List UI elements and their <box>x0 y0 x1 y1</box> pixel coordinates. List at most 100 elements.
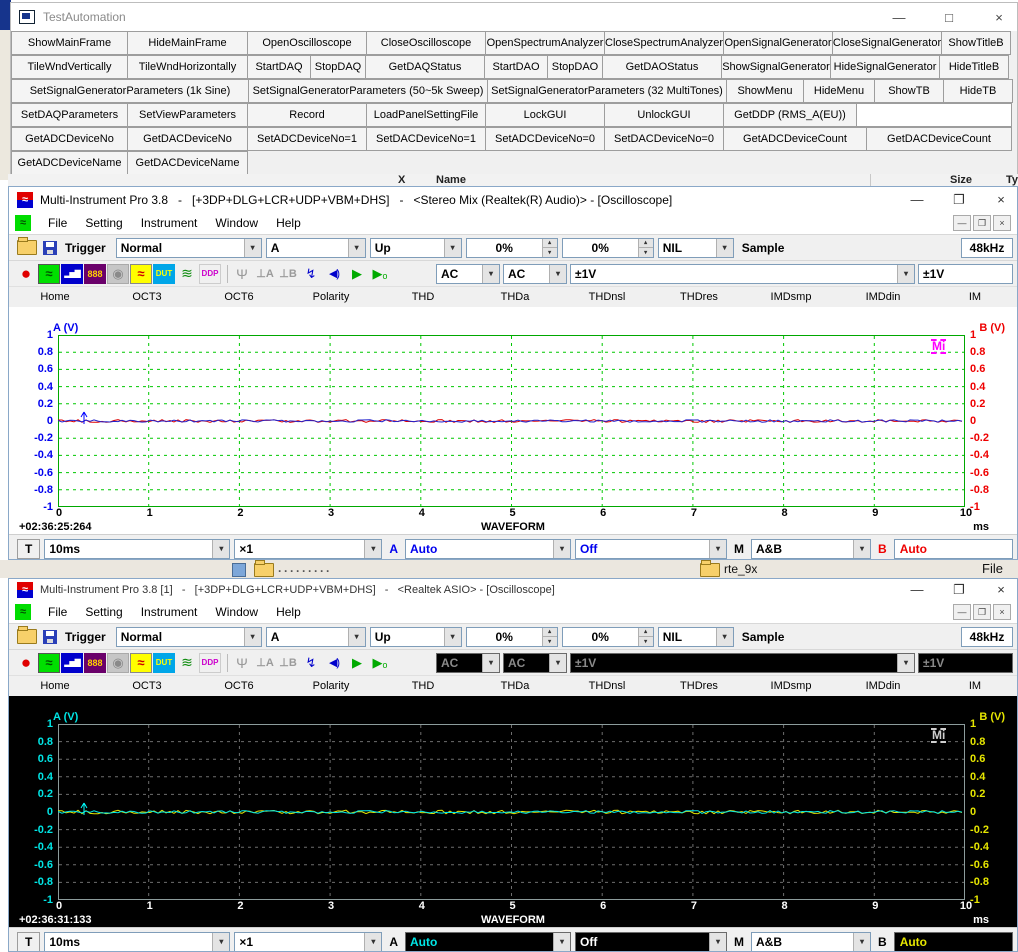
derived-data-curves-icon[interactable]: ≋ <box>176 264 198 284</box>
close-button[interactable]: × <box>993 192 1009 208</box>
ta-button-setsignalgeneratorparameters-32-multitones[interactable]: SetSignalGeneratorParameters (32 MultiTo… <box>487 79 727 103</box>
ta-button-getdaostatus[interactable]: GetDAOStatus <box>602 55 722 79</box>
microphone-icon[interactable]: Ψ <box>231 653 253 673</box>
multimeter-icon[interactable]: 888 <box>84 653 106 673</box>
tab-thda[interactable]: THDa <box>469 287 561 307</box>
mdi-restore-button[interactable]: ❐ <box>973 604 991 620</box>
range-b-select[interactable]: ±1V <box>918 264 1013 284</box>
ta-button-getdacdeviceno[interactable]: GetDACDeviceNo <box>127 127 248 151</box>
menu-window[interactable]: Window <box>206 216 267 230</box>
persistence-select[interactable]: Off▾ <box>575 539 727 559</box>
ta-button-setsignalgeneratorparameters-50-5k-sweep[interactable]: SetSignalGeneratorParameters (50~5k Swee… <box>248 79 488 103</box>
tab-oct3[interactable]: OCT3 <box>101 676 193 696</box>
run-icon[interactable]: ▶ <box>346 653 368 673</box>
ta-button-hidemenu[interactable]: HideMenu <box>803 79 875 103</box>
spectrum-analyzer-icon[interactable]: ▂▅▇ <box>61 264 83 284</box>
run-loop-icon[interactable]: ▶ₒ <box>369 264 391 284</box>
speaker-icon[interactable]: ◀) <box>323 653 345 673</box>
signal-generator-icon[interactable]: ≈ <box>130 264 152 284</box>
trigger-mode-select[interactable]: Normal▾ <box>116 238 262 258</box>
channel-b-range-field[interactable]: Auto <box>894 932 1013 952</box>
ta-button-setdacdeviceno-1[interactable]: SetDACDeviceNo=1 <box>366 127 486 151</box>
ta-button-tilewndhorizontally[interactable]: TileWndHorizontally <box>127 55 248 79</box>
tab-thda[interactable]: THDa <box>469 676 561 696</box>
ta-button-getadcdevicecount[interactable]: GetADCDeviceCount <box>723 127 867 151</box>
tab-im[interactable]: IM <box>929 287 1017 307</box>
tab-thdres[interactable]: THDres <box>653 676 745 696</box>
frequency-reject-select[interactable]: NIL▾ <box>658 627 734 647</box>
ta-button-stopdao[interactable]: StopDAO <box>547 55 603 79</box>
ta-button-hidetitleb[interactable]: HideTitleB <box>939 55 1009 79</box>
spectrum-3d-plotter-icon[interactable]: ◉ <box>107 264 129 284</box>
ta-button-setadcdeviceno-1[interactable]: SetADCDeviceNo=1 <box>247 127 367 151</box>
tab-imdsmp[interactable]: IMDsmp <box>745 287 837 307</box>
save-icon[interactable] <box>43 241 57 255</box>
record-icon[interactable]: ● <box>15 653 37 673</box>
tab-oct6[interactable]: OCT6 <box>193 287 285 307</box>
maximize-button[interactable]: □ <box>939 10 959 25</box>
trigger-delay-spinner[interactable]: 0%▴▾ <box>562 238 654 258</box>
math-select[interactable]: A&B▾ <box>751 539 871 559</box>
tab-imddin[interactable]: IMDdin <box>837 287 929 307</box>
ta-button-stopdaq[interactable]: StopDAQ <box>310 55 366 79</box>
timebase-select[interactable]: 10ms▾ <box>44 539 230 559</box>
ta-button-getddp-rms-a-eu[interactable]: GetDDP (RMS_A(EU)) <box>723 103 857 127</box>
mdi-restore-button[interactable]: ❐ <box>973 215 991 231</box>
range-b-select[interactable]: ±1V <box>918 653 1013 673</box>
tab-oct6[interactable]: OCT6 <box>193 676 285 696</box>
ta-button-getadcdeviceno[interactable]: GetADCDeviceNo <box>11 127 128 151</box>
coupling-a-select[interactable]: AC▾ <box>436 264 500 284</box>
run-loop-icon[interactable]: ▶ₒ <box>369 653 391 673</box>
zoom-select[interactable]: ×1▾ <box>234 932 382 952</box>
titlebar[interactable]: TestAutomation — □ × <box>11 3 1017 31</box>
minimize-button[interactable]: — <box>889 10 909 25</box>
derived-data-curves-icon[interactable]: ≋ <box>176 653 198 673</box>
trigger-edge-select[interactable]: Up▾ <box>370 627 462 647</box>
tab-thd[interactable]: THD <box>377 287 469 307</box>
tab-home[interactable]: Home <box>9 676 101 696</box>
ta-button-loadpanelsettingfile[interactable]: LoadPanelSettingFile <box>366 103 486 127</box>
trigger-source-select[interactable]: A▾ <box>266 238 366 258</box>
run-icon[interactable]: ▶ <box>346 264 368 284</box>
trigger-level-spinner[interactable]: 0%▴▾ <box>466 238 558 258</box>
oscilloscope-icon[interactable]: ≈ <box>38 653 60 673</box>
ta-button-setdaqparameters[interactable]: SetDAQParameters <box>11 103 128 127</box>
calibration-icon[interactable]: ↯ <box>300 264 322 284</box>
tab-polarity[interactable]: Polarity <box>285 287 377 307</box>
trigger-mode-select[interactable]: Normal▾ <box>116 627 262 647</box>
menu-window[interactable]: Window <box>206 605 267 619</box>
ta-button-lockgui[interactable]: LockGUI <box>485 103 605 127</box>
open-file-icon[interactable] <box>17 629 37 644</box>
open-file-icon[interactable] <box>17 240 37 255</box>
titlebar[interactable]: ≈ Multi-Instrument Pro 3.8 - [+3DP+DLG+L… <box>9 187 1017 212</box>
ta-button-hidetb[interactable]: HideTB <box>943 79 1013 103</box>
tab-thdnsl[interactable]: THDnsl <box>561 676 653 696</box>
ta-button-setadcdeviceno-0[interactable]: SetADCDeviceNo=0 <box>485 127 605 151</box>
trigger-delay-spinner[interactable]: 0%▴▾ <box>562 627 654 647</box>
speaker-icon[interactable]: ◀) <box>323 264 345 284</box>
menu-help[interactable]: Help <box>267 216 310 230</box>
ta-button-setviewparameters[interactable]: SetViewParameters <box>127 103 248 127</box>
coupling-b-select[interactable]: AC▾ <box>503 653 567 673</box>
spectrum-analyzer-icon[interactable]: ▂▅▇ <box>61 653 83 673</box>
range-a-select[interactable]: ±1V▾ <box>570 264 915 284</box>
zoom-select[interactable]: ×1▾ <box>234 539 382 559</box>
close-button[interactable]: × <box>993 582 1009 598</box>
oscilloscope-icon[interactable]: ≈ <box>38 264 60 284</box>
tab-thd[interactable]: THD <box>377 676 469 696</box>
persistence-select[interactable]: Off▾ <box>575 932 727 952</box>
range-a-select[interactable]: ±1V▾ <box>570 653 915 673</box>
menu-instrument[interactable]: Instrument <box>132 605 207 619</box>
record-icon[interactable]: ● <box>15 264 37 284</box>
menu-instrument[interactable]: Instrument <box>132 216 207 230</box>
menu-setting[interactable]: Setting <box>76 605 131 619</box>
ref-b-icon[interactable]: ⊥B <box>277 264 299 284</box>
ta-button-closesignalgenerator[interactable]: CloseSignalGenerator <box>832 31 942 55</box>
menu-help[interactable]: Help <box>267 605 310 619</box>
restore-button[interactable]: ❐ <box>951 192 967 208</box>
signal-generator-icon[interactable]: ≈ <box>130 653 152 673</box>
ref-b-icon[interactable]: ⊥B <box>277 653 299 673</box>
frequency-reject-select[interactable]: NIL▾ <box>658 238 734 258</box>
channel-a-range-select[interactable]: Auto▾ <box>405 932 571 952</box>
trigger-edge-select[interactable]: Up▾ <box>370 238 462 258</box>
